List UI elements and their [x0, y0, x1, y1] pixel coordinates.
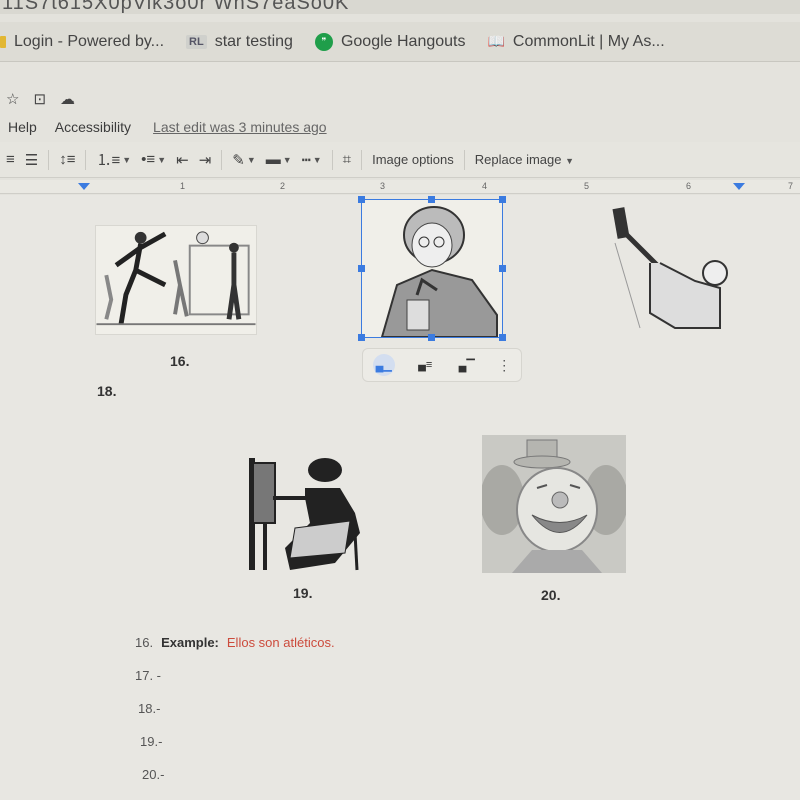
resize-handle-left[interactable]	[358, 265, 365, 272]
toolbar-divider	[221, 149, 223, 170]
chevron-down-icon: ▼	[565, 156, 575, 166]
toolbar-divider	[85, 149, 87, 170]
ruler: 1 2 3 4 5 6 7	[0, 180, 800, 194]
border-color-icon[interactable]: ✎ ▼	[232, 151, 256, 169]
figure-label-19: 19.	[293, 585, 313, 601]
resize-handle-top-left[interactable]	[358, 196, 365, 203]
bookmark-label: star testing	[214, 32, 293, 50]
formatting-toolbar: ≡ ☰ ↕≡ ⒈≡ ▼ •≡ ▼ ⇤ ⇥ ✎ ▼ ▬ ▼ ┅ ▼ ⌗ Image opti…	[0, 142, 800, 178]
bookmark-commonlit[interactable]: 📖 CommonLit | My As...	[487, 33, 664, 51]
bookmark-star-testing[interactable]: RL star testing	[186, 33, 293, 51]
resize-handle-bottom-left[interactable]	[358, 334, 365, 341]
image-woman-painting[interactable]	[245, 453, 363, 573]
menu-accessibility[interactable]: Accessibility	[55, 119, 131, 135]
menu-help[interactable]: Help	[8, 119, 37, 135]
book-icon: 📖	[487, 33, 505, 49]
bulleted-list-icon[interactable]: •≡ ▼	[141, 151, 166, 168]
image-selection-box	[361, 199, 503, 338]
numbered-list-icon[interactable]: ⒈≡ ▼	[96, 149, 131, 170]
bookmark-label: Login - Powered by...	[14, 32, 165, 50]
answers-list[interactable]: 16. Example: Ellos son atléticos. 17. - …	[135, 635, 335, 800]
toolbar-divider	[361, 149, 363, 170]
star-icon[interactable]: ☆	[6, 90, 19, 108]
resize-handle-top[interactable]	[428, 196, 435, 203]
image-options-button[interactable]: Image options	[372, 152, 454, 167]
cloud-status-icon[interactable]: ☁	[60, 90, 75, 108]
ruler-number: 7	[788, 181, 794, 191]
replace-image-button[interactable]: Replace image ▼	[475, 152, 574, 167]
break-text-icon[interactable]: ▄▔	[456, 354, 478, 376]
figure-label-18: 18.	[97, 383, 117, 399]
bookmark-google-hangouts[interactable]: ❞ Google Hangouts	[314, 32, 466, 51]
figure-label-20: 20.	[541, 587, 561, 603]
example-label: Example:	[161, 635, 219, 650]
increase-indent-icon[interactable]: ⇥	[199, 151, 212, 169]
image-man-chopping[interactable]	[605, 203, 730, 333]
wrap-inline-icon[interactable]: ▄▁	[372, 354, 395, 376]
figure-label-16: 16.	[170, 353, 190, 369]
bookmark-label: CommonLit | My As...	[512, 32, 665, 50]
toolbar-divider	[48, 149, 50, 170]
answer-line[interactable]: 17. -	[135, 668, 335, 701]
ruler-number: 3	[380, 181, 386, 191]
bookmark-login[interactable]: Login - Powered by...	[0, 33, 164, 51]
soccer-illustration	[96, 231, 256, 326]
answer-line[interactable]: 20.-	[135, 767, 335, 800]
image-soccer-players[interactable]	[95, 225, 257, 335]
toolbar-divider	[331, 149, 333, 170]
border-weight-icon[interactable]: ▬ ▼	[266, 151, 292, 168]
move-to-folder-icon[interactable]: ⊡	[33, 90, 46, 108]
ruler-number: 6	[686, 181, 692, 191]
image-wrap-toolbar: ▄▁ ▄≡ ▄▔ ⋮	[362, 348, 522, 382]
answer-line-example[interactable]: 16. Example: Ellos son atléticos.	[135, 635, 335, 668]
resize-handle-top-right[interactable]	[499, 196, 506, 203]
align-right-icon[interactable]: ≡	[6, 151, 15, 168]
ruler-number: 4	[482, 181, 488, 191]
answer-number: 16.	[135, 635, 154, 650]
bookmark-label: Google Hangouts	[340, 32, 466, 50]
clown-illustration	[482, 439, 626, 573]
border-dash-icon[interactable]: ┅ ▼	[302, 151, 322, 169]
painter-illustration	[249, 458, 360, 571]
crop-icon[interactable]: ⌗	[343, 151, 351, 168]
last-edit-link[interactable]: Last edit was 3 minutes ago	[153, 119, 327, 135]
more-options-icon[interactable]: ⋮	[497, 357, 511, 374]
document-page[interactable]: 16. 18. ▄▁ ▄≡ ▄▔ ⋮ 19. 20. 16. Example: …	[0, 195, 800, 800]
left-indent-marker[interactable]	[78, 183, 90, 190]
ruler-number: 1	[180, 181, 186, 191]
rl-badge-icon: RL	[186, 34, 207, 49]
example-text: Ellos son atléticos.	[226, 635, 335, 650]
replace-image-label: Replace image	[474, 152, 562, 167]
address-bar-url[interactable]: 11S7t615X0pVik3o0r WhS7eaSo0K	[0, 0, 800, 14]
answer-line[interactable]: 18.-	[135, 701, 335, 734]
bookmark-folder-icon	[0, 35, 6, 48]
bookmarks-bar: Login - Powered by... RL star testing ❞ …	[0, 22, 800, 62]
doc-header: ☆ ⊡ ☁ Help Accessibility Last edit was 3…	[0, 62, 800, 142]
ruler-number: 2	[280, 181, 286, 191]
justify-icon[interactable]: ☰	[25, 151, 38, 169]
decrease-indent-icon[interactable]: ⇤	[176, 151, 189, 169]
resize-handle-bottom[interactable]	[428, 334, 435, 341]
wrap-text-icon[interactable]: ▄≡	[414, 354, 436, 376]
right-indent-marker[interactable]	[733, 183, 745, 190]
resize-handle-right[interactable]	[499, 265, 506, 272]
ruler-number: 5	[584, 181, 590, 191]
line-spacing-icon[interactable]: ↕≡	[59, 151, 75, 168]
image-clown[interactable]	[482, 435, 626, 573]
chopping-illustration	[612, 207, 728, 329]
answer-line[interactable]: 19.-	[135, 734, 335, 767]
hangouts-icon: ❞	[314, 32, 333, 51]
toolbar-divider	[463, 149, 465, 170]
resize-handle-bottom-right[interactable]	[499, 334, 506, 341]
